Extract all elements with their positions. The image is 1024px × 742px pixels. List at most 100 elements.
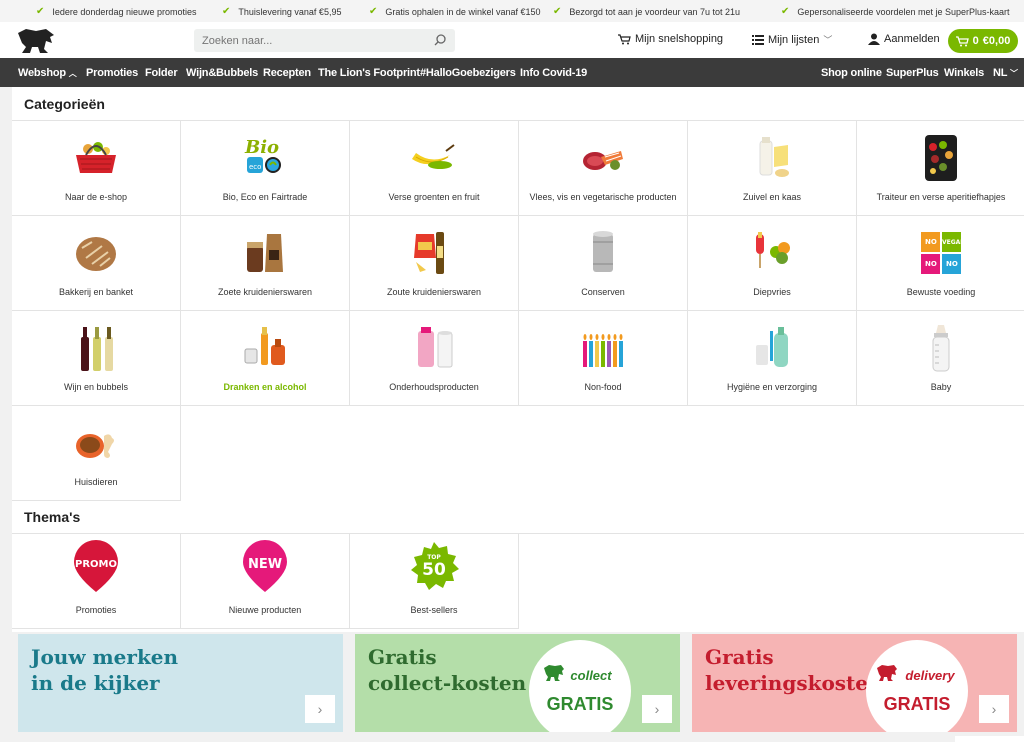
chevron-right-icon[interactable]: › (305, 695, 335, 723)
check-icon: ✔ (553, 6, 562, 17)
promo-item: ✔ Gepersonaliseerde voordelen met je Supe… (781, 6, 1010, 17)
promo-badge-icon: PROMO (74, 540, 118, 592)
banner-text: Gratis leveringskosten (705, 644, 883, 696)
login-label: Aanmelden (884, 33, 940, 45)
category-label: Huisdieren (74, 477, 118, 487)
search-box[interactable] (194, 29, 455, 52)
chevron-right-icon[interactable]: › (642, 695, 672, 723)
category-cleaning[interactable]: Onderhoudsproducten (350, 311, 519, 406)
category-hygiene[interactable]: Hygiëne en verzorging (688, 311, 857, 406)
category-frozen[interactable]: Diepvries (688, 216, 857, 311)
category-canned[interactable]: Conserven (519, 216, 688, 311)
category-meat-fish[interactable]: Vlees, vis en vegetarische producten (519, 121, 688, 216)
bio-text: Bio (244, 137, 279, 158)
banana-icon (412, 144, 455, 169)
theme-label: Nieuwe producten (228, 605, 302, 615)
category-non-food[interactable]: Non-food (519, 311, 688, 406)
language-selector[interactable]: NL ﹀ (993, 67, 1018, 79)
category-bakery[interactable]: Bakkerij en banket (12, 216, 181, 311)
circle-bottom-text: GRATIS (883, 694, 951, 714)
category-baby[interactable]: Baby (857, 311, 1024, 406)
nav-recepten[interactable]: Recepten (263, 67, 311, 79)
login-link[interactable]: Aanmelden (868, 33, 940, 45)
category-wine[interactable]: Wijn en bubbels (12, 311, 181, 406)
banner-collect[interactable]: Gratis collect-kosten collect GRATIS › (355, 634, 680, 732)
pet-icon (76, 434, 114, 458)
fifty-text: 50 (422, 560, 446, 580)
promo-text: Gratis ophalen in de winkel vanaf €150 (385, 6, 541, 17)
category-label: Conserven (581, 287, 625, 297)
quick-shopping-link[interactable]: Mijn snelshopping (617, 33, 723, 45)
nav-folder[interactable]: Folder (145, 67, 178, 79)
nav-lions-footprint[interactable]: The Lion's Footprint (318, 67, 420, 79)
category-eshop[interactable]: Naar de e-shop (12, 121, 181, 216)
my-lists-link[interactable]: Mijn lijsten ﹀ (752, 33, 832, 46)
category-sweet-grocery[interactable]: Zoete kruidenierswaren (181, 216, 350, 311)
category-label: Onderhoudsproducten (389, 382, 479, 392)
can-icon (593, 231, 613, 272)
chevron-down-icon: ﹀ (1009, 69, 1018, 78)
category-label: Verse groenten en fruit (388, 192, 480, 202)
promo-item: ✔ Gratis ophalen in de winkel vanaf €150 (369, 6, 541, 17)
theme-new-products[interactable]: NEW Nieuwe producten (181, 534, 350, 629)
category-pets[interactable]: Huisdieren (12, 406, 181, 501)
search-input[interactable] (202, 34, 422, 47)
themes-title: Thema's (24, 509, 81, 525)
theme-label: Best-sellers (410, 605, 458, 615)
wine-icon (81, 327, 113, 371)
bread-icon (76, 237, 116, 271)
tile-text: VEGAN (942, 239, 965, 246)
nav-shop-online[interactable]: Shop online (821, 67, 882, 79)
promo-text: Thuislevering vanaf €5,95 (238, 6, 342, 17)
quick-shopping-label: Mijn snelshopping (635, 33, 724, 45)
nav-info-covid[interactable]: Info Covid-19 (520, 67, 587, 79)
nav-hallogoebezigers[interactable]: #HalloGoebezigers (420, 67, 516, 79)
theme-promoties[interactable]: PROMO Promoties (12, 534, 181, 629)
cart-button[interactable]: 0 €0,00 (948, 29, 1018, 53)
promo-item: ✔ Thuislevering vanaf €5,95 (222, 6, 341, 17)
search-icon[interactable] (433, 33, 447, 47)
cart-icon (955, 35, 969, 46)
promo-text: Gepersonaliseerde voordelen met je Super… (797, 6, 1010, 17)
conscious-food-icon: NO VEGAN NO NO (921, 232, 965, 274)
nav-webshop[interactable]: Webshop ︿ (18, 67, 77, 79)
traiteur-icon (925, 135, 957, 181)
chevron-right-icon[interactable]: › (979, 695, 1009, 723)
category-label: Hygiëne en verzorging (726, 382, 818, 392)
category-conscious-food[interactable]: NO VEGAN NO NO Bewuste voeding (857, 216, 1024, 311)
nav-superplus[interactable]: SuperPlus (886, 67, 939, 79)
banner-text: Jouw merken in de kijker (31, 644, 178, 696)
chevron-down-icon: ﹀ (823, 35, 833, 45)
banner-line2: collect-kosten (368, 671, 527, 695)
circle-bottom-text: GRATIS (546, 694, 614, 714)
frozen-icon (756, 232, 790, 268)
nav-promoties[interactable]: Promoties (86, 67, 138, 79)
category-dairy[interactable]: Zuivel en kaas (688, 121, 857, 216)
chat-widget-stub[interactable] (955, 736, 1024, 742)
category-label: Zoete kruidenierswaren (217, 287, 313, 297)
nav-winkels[interactable]: Winkels (944, 67, 984, 79)
category-salty-grocery[interactable]: Zoute kruidenierswaren (350, 216, 519, 311)
category-bio[interactable]: Bio eco Bio, Eco en Fairtrade (181, 121, 350, 216)
category-label: Naar de e-shop (64, 192, 128, 202)
theme-best-sellers[interactable]: TOP 50 Best-sellers (350, 534, 519, 629)
nav-wijn-bubbels[interactable]: Wijn&Bubbels (186, 67, 258, 79)
promo-text: Bezorgd tot aan je voordeur van 7u tot 2… (569, 6, 741, 17)
delhaize-lion-logo[interactable] (16, 27, 56, 55)
new-badge-icon: NEW (243, 540, 287, 592)
bio-eco-icon: Bio eco (244, 137, 281, 173)
banner-text: Gratis collect-kosten (368, 644, 526, 696)
themes-grid: PROMO Promoties NEW Nieuwe producten TOP… (12, 533, 1024, 629)
category-fruit-veg[interactable]: Verse groenten en fruit (350, 121, 519, 216)
my-lists-label: Mijn lijsten (768, 33, 820, 46)
cart-total: €0,00 (982, 35, 1011, 47)
banner-delivery[interactable]: Gratis leveringskosten delivery GRATIS › (692, 634, 1017, 732)
category-traiteur[interactable]: Traiteur en verse aperitiefhapjes (857, 121, 1024, 216)
category-drinks[interactable]: Dranken en alcohol (181, 311, 350, 406)
main-nav: Webshop ︿ Promoties Folder Wijn&Bubbels … (0, 58, 1024, 87)
delivery-badge: delivery GRATIS (866, 640, 968, 732)
category-label: Dranken en alcohol (223, 382, 307, 392)
banner-line2: leveringskosten (705, 671, 883, 695)
category-label: Bakkerij en banket (58, 287, 134, 297)
banner-brands[interactable]: Jouw merken in de kijker › (18, 634, 343, 732)
